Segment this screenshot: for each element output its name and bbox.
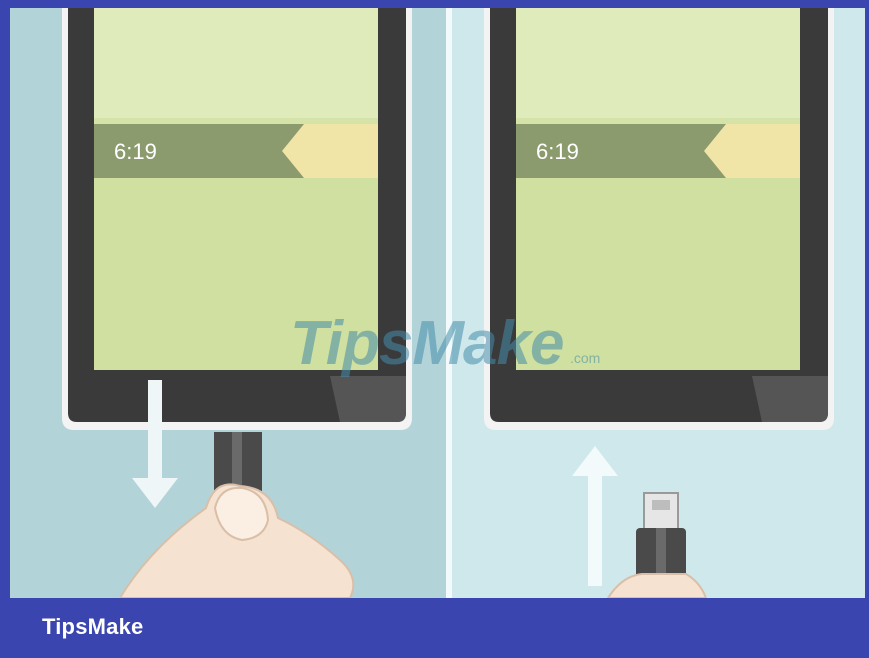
right-hand	[606, 573, 708, 598]
watermark: TipsMake	[290, 309, 564, 378]
illustration: 6:19 6:19 TipsMake .com	[10, 8, 865, 598]
up-arrow-icon	[572, 446, 618, 586]
left-phone	[62, 8, 412, 598]
illustration-art	[62, 8, 834, 598]
left-phone-clock: 6:19	[114, 139, 157, 164]
watermark-suffix: .com	[570, 350, 601, 366]
brand-label: TipsMake	[42, 614, 144, 639]
usb-connector	[643, 492, 679, 530]
right-phone-clock: 6:19	[536, 139, 579, 164]
right-phone	[484, 8, 834, 598]
